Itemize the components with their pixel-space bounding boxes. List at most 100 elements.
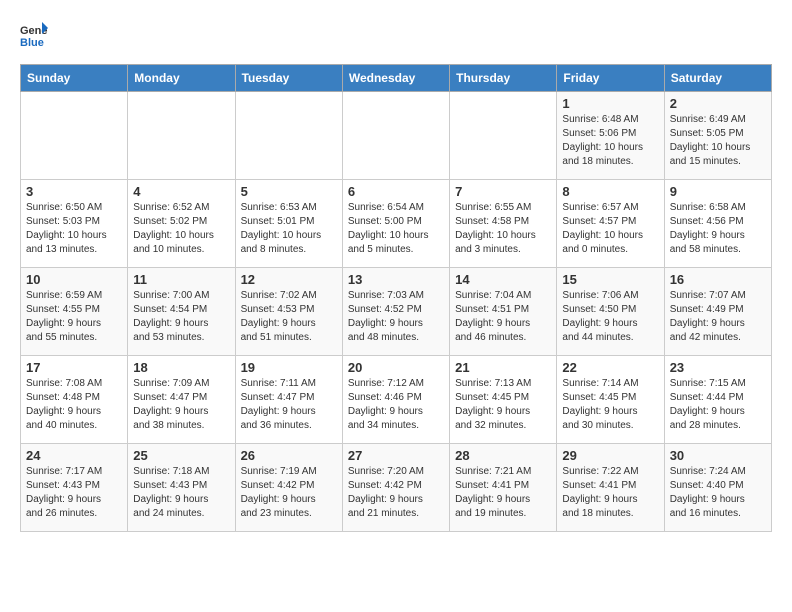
calendar-cell: 7 Sunrise: 6:55 AM Sunset: 4:58 PM Daylig… — [450, 180, 557, 268]
weekday-header-monday: Monday — [128, 65, 235, 92]
day-info: Sunrise: 7:12 AM Sunset: 4:46 PM Dayligh… — [348, 377, 444, 433]
weekday-header-wednesday: Wednesday — [342, 65, 449, 92]
day-number: 22 — [562, 360, 658, 375]
day-number: 24 — [26, 448, 122, 463]
day-number: 15 — [562, 272, 658, 287]
day-number: 18 — [133, 360, 229, 375]
day-info: Sunrise: 7:08 AM Sunset: 4:48 PM Dayligh… — [26, 377, 122, 433]
day-info: Sunrise: 7:20 AM Sunset: 4:42 PM Dayligh… — [348, 465, 444, 521]
day-number: 7 — [455, 184, 551, 199]
day-info: Sunrise: 7:09 AM Sunset: 4:47 PM Dayligh… — [133, 377, 229, 433]
calendar-cell: 18 Sunrise: 7:09 AM Sunset: 4:47 PM Dayli… — [128, 356, 235, 444]
calendar-cell: 24 Sunrise: 7:17 AM Sunset: 4:43 PM Dayli… — [21, 444, 128, 532]
calendar-cell: 11 Sunrise: 7:00 AM Sunset: 4:54 PM Dayli… — [128, 268, 235, 356]
calendar-cell: 27Sunrise: 7:20 AM Sunset: 4:42 PM Dayli… — [342, 444, 449, 532]
day-info: Sunrise: 7:24 AM Sunset: 4:40 PM Dayligh… — [670, 465, 766, 521]
calendar-cell: 5 Sunrise: 6:53 AM Sunset: 5:01 PM Daylig… — [235, 180, 342, 268]
day-number: 29 — [562, 448, 658, 463]
day-info: Sunrise: 7:03 AM Sunset: 4:52 PM Dayligh… — [348, 289, 444, 345]
day-number: 1 — [562, 96, 658, 111]
calendar-cell: 30 Sunrise: 7:24 AM Sunset: 4:40 PM Dayli… — [664, 444, 771, 532]
weekday-header-friday: Friday — [557, 65, 664, 92]
day-number: 19 — [241, 360, 337, 375]
calendar-cell: 17Sunrise: 7:08 AM Sunset: 4:48 PM Dayli… — [21, 356, 128, 444]
day-number: 9 — [670, 184, 766, 199]
week-row-4: 17Sunrise: 7:08 AM Sunset: 4:48 PM Dayli… — [21, 356, 772, 444]
calendar-cell: 12 Sunrise: 7:02 AM Sunset: 4:53 PM Dayli… — [235, 268, 342, 356]
calendar-cell: 22 Sunrise: 7:14 AM Sunset: 4:45 PM Dayli… — [557, 356, 664, 444]
calendar-cell: 6 Sunrise: 6:54 AM Sunset: 5:00 PM Daylig… — [342, 180, 449, 268]
weekday-header-row: SundayMondayTuesdayWednesdayThursdayFrid… — [21, 65, 772, 92]
calendar-cell: 25 Sunrise: 7:18 AM Sunset: 4:43 PM Dayli… — [128, 444, 235, 532]
day-info: Sunrise: 7:18 AM Sunset: 4:43 PM Dayligh… — [133, 465, 229, 521]
calendar-cell: 28Sunrise: 7:21 AM Sunset: 4:41 PM Dayli… — [450, 444, 557, 532]
calendar-cell: 9 Sunrise: 6:58 AM Sunset: 4:56 PM Daylig… — [664, 180, 771, 268]
calendar-cell — [128, 92, 235, 180]
day-info: Sunrise: 7:17 AM Sunset: 4:43 PM Dayligh… — [26, 465, 122, 521]
day-number: 5 — [241, 184, 337, 199]
day-number: 21 — [455, 360, 551, 375]
day-number: 11 — [133, 272, 229, 287]
day-info: Sunrise: 6:48 AM Sunset: 5:06 PM Dayligh… — [562, 113, 658, 169]
day-info: Sunrise: 6:50 AM Sunset: 5:03 PM Dayligh… — [26, 201, 122, 257]
day-info: Sunrise: 7:07 AM Sunset: 4:49 PM Dayligh… — [670, 289, 766, 345]
day-number: 12 — [241, 272, 337, 287]
week-row-3: 10 Sunrise: 6:59 AM Sunset: 4:55 PM Dayli… — [21, 268, 772, 356]
calendar-cell: 26Sunrise: 7:19 AM Sunset: 4:42 PM Dayli… — [235, 444, 342, 532]
day-info: Sunrise: 7:15 AM Sunset: 4:44 PM Dayligh… — [670, 377, 766, 433]
weekday-header-thursday: Thursday — [450, 65, 557, 92]
calendar-cell: 8 Sunrise: 6:57 AM Sunset: 4:57 PM Daylig… — [557, 180, 664, 268]
calendar-cell: 1 Sunrise: 6:48 AM Sunset: 5:06 PM Daylig… — [557, 92, 664, 180]
day-number: 14 — [455, 272, 551, 287]
calendar-cell: 23 Sunrise: 7:15 AM Sunset: 4:44 PM Dayli… — [664, 356, 771, 444]
day-number: 2 — [670, 96, 766, 111]
calendar-cell: 10 Sunrise: 6:59 AM Sunset: 4:55 PM Dayli… — [21, 268, 128, 356]
day-info: Sunrise: 6:49 AM Sunset: 5:05 PM Dayligh… — [670, 113, 766, 169]
logo: General Blue — [20, 20, 48, 48]
day-info: Sunrise: 6:55 AM Sunset: 4:58 PM Dayligh… — [455, 201, 551, 257]
day-number: 25 — [133, 448, 229, 463]
day-info: Sunrise: 6:53 AM Sunset: 5:01 PM Dayligh… — [241, 201, 337, 257]
calendar-cell: 2 Sunrise: 6:49 AM Sunset: 5:05 PM Daylig… — [664, 92, 771, 180]
day-info: Sunrise: 7:04 AM Sunset: 4:51 PM Dayligh… — [455, 289, 551, 345]
calendar-cell: 16Sunrise: 7:07 AM Sunset: 4:49 PM Dayli… — [664, 268, 771, 356]
day-info: Sunrise: 7:00 AM Sunset: 4:54 PM Dayligh… — [133, 289, 229, 345]
weekday-header-saturday: Saturday — [664, 65, 771, 92]
page-header: General Blue — [20, 20, 772, 48]
svg-text:Blue: Blue — [20, 37, 44, 48]
day-info: Sunrise: 6:57 AM Sunset: 4:57 PM Dayligh… — [562, 201, 658, 257]
day-info: Sunrise: 7:14 AM Sunset: 4:45 PM Dayligh… — [562, 377, 658, 433]
logo-icon: General Blue — [20, 20, 48, 48]
calendar-cell: 13 Sunrise: 7:03 AM Sunset: 4:52 PM Dayli… — [342, 268, 449, 356]
day-number: 26 — [241, 448, 337, 463]
week-row-2: 3Sunrise: 6:50 AM Sunset: 5:03 PM Daylig… — [21, 180, 772, 268]
week-row-1: 1 Sunrise: 6:48 AM Sunset: 5:06 PM Daylig… — [21, 92, 772, 180]
day-info: Sunrise: 7:22 AM Sunset: 4:41 PM Dayligh… — [562, 465, 658, 521]
weekday-header-sunday: Sunday — [21, 65, 128, 92]
calendar-cell: 20 Sunrise: 7:12 AM Sunset: 4:46 PM Dayli… — [342, 356, 449, 444]
calendar-cell: 15Sunrise: 7:06 AM Sunset: 4:50 PM Dayli… — [557, 268, 664, 356]
calendar-cell: 21 Sunrise: 7:13 AM Sunset: 4:45 PM Dayli… — [450, 356, 557, 444]
day-number: 4 — [133, 184, 229, 199]
day-number: 6 — [348, 184, 444, 199]
calendar-cell — [235, 92, 342, 180]
day-info: Sunrise: 6:58 AM Sunset: 4:56 PM Dayligh… — [670, 201, 766, 257]
calendar-table: SundayMondayTuesdayWednesdayThursdayFrid… — [20, 64, 772, 532]
day-number: 28 — [455, 448, 551, 463]
calendar-cell: 14 Sunrise: 7:04 AM Sunset: 4:51 PM Dayli… — [450, 268, 557, 356]
day-number: 23 — [670, 360, 766, 375]
day-info: Sunrise: 7:02 AM Sunset: 4:53 PM Dayligh… — [241, 289, 337, 345]
day-number: 20 — [348, 360, 444, 375]
day-number: 8 — [562, 184, 658, 199]
day-info: Sunrise: 7:13 AM Sunset: 4:45 PM Dayligh… — [455, 377, 551, 433]
day-number: 30 — [670, 448, 766, 463]
day-info: Sunrise: 7:11 AM Sunset: 4:47 PM Dayligh… — [241, 377, 337, 433]
calendar-cell: 19 Sunrise: 7:11 AM Sunset: 4:47 PM Dayli… — [235, 356, 342, 444]
day-number: 10 — [26, 272, 122, 287]
day-info: Sunrise: 6:59 AM Sunset: 4:55 PM Dayligh… — [26, 289, 122, 345]
calendar-cell: 4 Sunrise: 6:52 AM Sunset: 5:02 PM Daylig… — [128, 180, 235, 268]
day-info: Sunrise: 6:52 AM Sunset: 5:02 PM Dayligh… — [133, 201, 229, 257]
day-info: Sunrise: 6:54 AM Sunset: 5:00 PM Dayligh… — [348, 201, 444, 257]
calendar-cell: 3Sunrise: 6:50 AM Sunset: 5:03 PM Daylig… — [21, 180, 128, 268]
day-number: 13 — [348, 272, 444, 287]
